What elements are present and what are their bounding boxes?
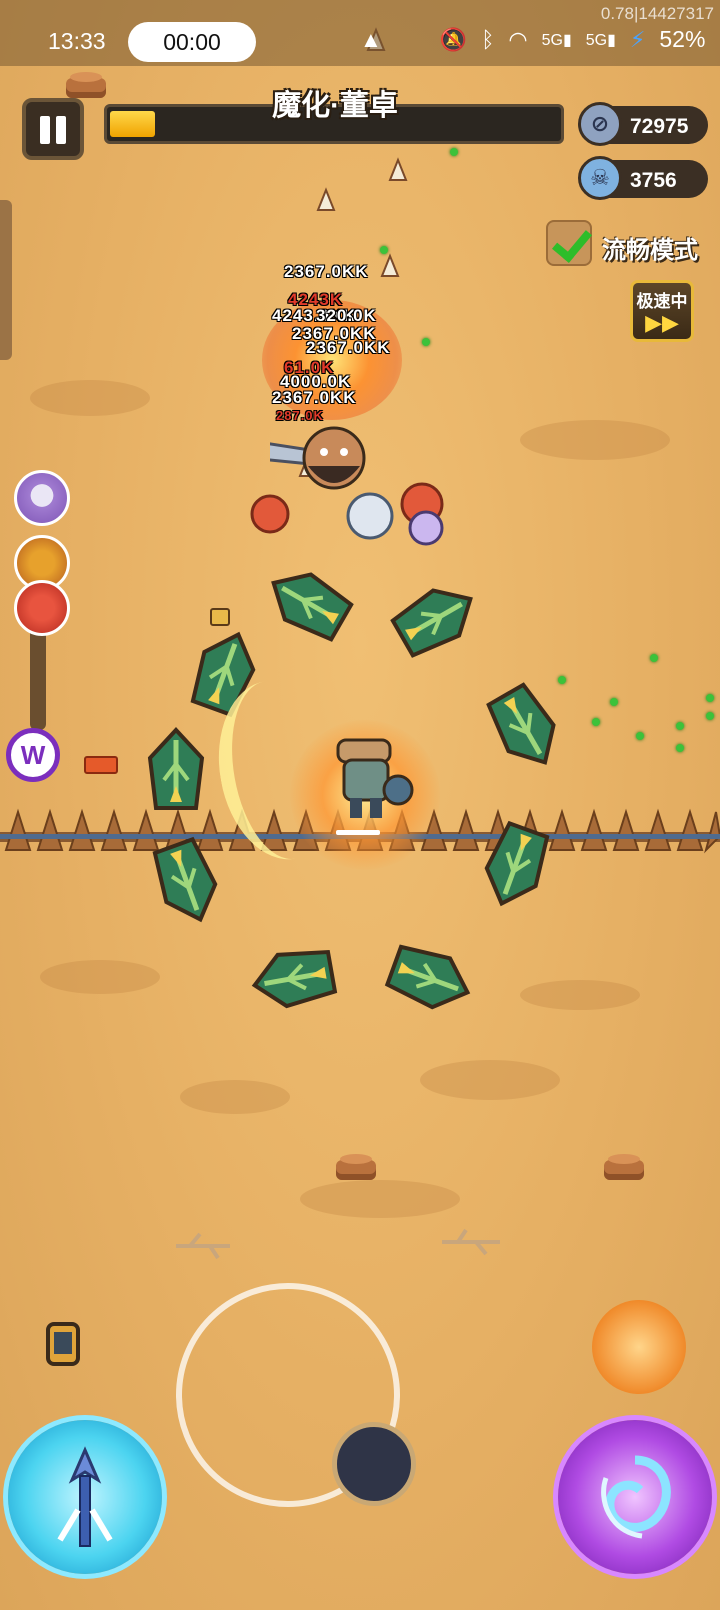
hero-mech-sprite (336, 738, 414, 818)
status-icons: ▲ 🔕 ᛒ ◠ 5G▮ 5G▮ ⚡ 52% (360, 26, 705, 53)
smooth-mode-label: 流畅模式 (602, 237, 698, 264)
dead-branches (176, 1228, 500, 1260)
battery-level: 52% (659, 26, 706, 52)
w-logo-icon[interactable]: W (6, 728, 60, 782)
signal-5g-icon: 5G▮ (585, 31, 616, 49)
leaf-blade-skill-button[interactable] (592, 1300, 686, 1394)
pause-icon (56, 116, 66, 144)
fast-forward-icon: ▶▶ (645, 310, 679, 335)
enemy-minions (250, 482, 444, 546)
checkmark-icon[interactable] (546, 220, 592, 266)
hero-hp-bar (336, 830, 380, 835)
vortex-icon (601, 1455, 671, 1539)
coin-value: 72975 (630, 115, 689, 138)
robot-drone-ally (210, 608, 230, 626)
ticket-item-pickup (84, 756, 118, 774)
ice-staff-skill-button[interactable] (8, 1420, 162, 1574)
smooth-mode-toggle[interactable]: 流畅模式 (546, 218, 716, 270)
damage-number: 287.0K (276, 408, 324, 423)
boss-hp-fill (110, 111, 155, 137)
pause-button[interactable] (22, 98, 84, 160)
debug-readout: 0.78|14427317 (600, 4, 714, 23)
kill-counter: ☠ 3756 (578, 156, 708, 200)
joystick-knob[interactable] (332, 1422, 416, 1506)
damage-number: 2367.0KK (272, 388, 357, 407)
arrow-projectile (316, 187, 336, 211)
arrow-projectile (380, 253, 400, 277)
damage-number: 320.0K (316, 306, 377, 325)
pause-icon (40, 116, 50, 144)
screen-recording-timer[interactable]: 00:00 (128, 22, 256, 62)
arrow-projectile (388, 157, 408, 181)
bluetooth-icon: ᛒ (481, 26, 495, 52)
app-icon: ▲ (360, 26, 382, 52)
fire-fish-enemy (250, 494, 290, 534)
system-status-bar: 13:33 00:00 ▲ 🔕 ᛒ ◠ 5G▮ 5G▮ ⚡ 52% 0.78|1… (0, 0, 720, 66)
wifi-icon: ◠ (508, 26, 528, 52)
dragon-pet-avatar[interactable] (14, 580, 70, 636)
coin-icon: ⊘ (578, 102, 622, 146)
white-lion-ally (346, 492, 394, 540)
damage-number: 2367.0KK (306, 338, 391, 357)
ice-staff-icon (57, 1446, 113, 1547)
clock: 13:33 (48, 28, 106, 54)
cat-pet-avatar[interactable] (14, 470, 70, 526)
speed-label: 极速中 (636, 292, 688, 311)
skull-icon: ☠ (578, 156, 622, 200)
purple-pet-ally (408, 510, 444, 546)
lantern-item-icon[interactable] (42, 1318, 84, 1370)
kill-value: 3756 (630, 169, 677, 192)
side-handle[interactable] (0, 200, 12, 360)
vortex-skill-button[interactable] (558, 1420, 712, 1574)
coin-counter: ⊘ 72975 (578, 102, 708, 146)
signal-5g-icon: 5G▮ (541, 31, 572, 49)
boss-name: 魔化·董卓 (272, 90, 398, 122)
damage-number: 2367.0KK (284, 262, 369, 281)
speed-up-button[interactable]: 极速中 ▶▶ (630, 280, 694, 342)
charging-icon: ⚡ (629, 26, 646, 52)
mute-icon: 🔕 (439, 26, 468, 52)
